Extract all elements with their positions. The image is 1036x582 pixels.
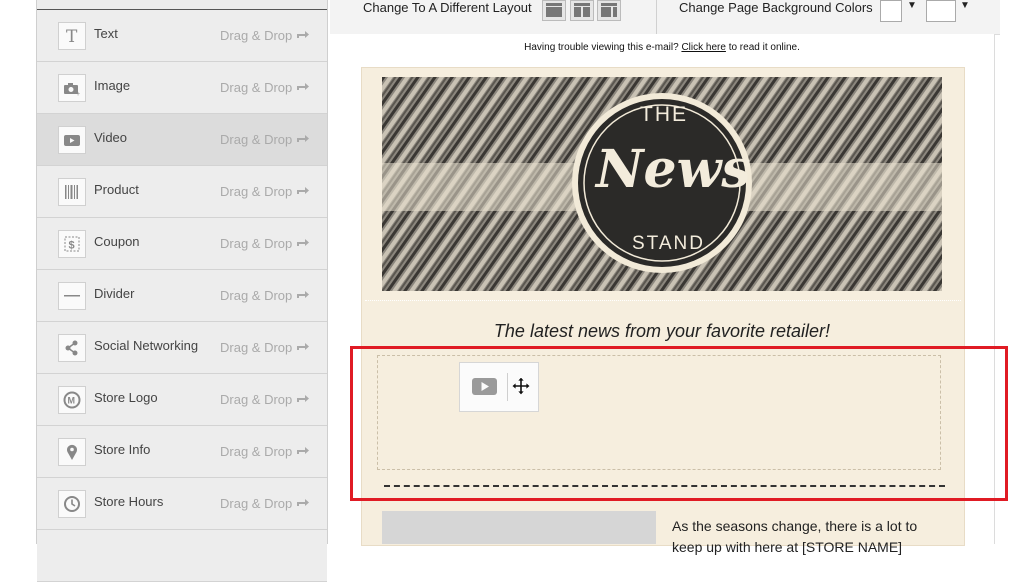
sidebar-item-label: Divider <box>94 286 135 301</box>
logo-news-text: News <box>596 139 751 200</box>
body-text-line: As the seasons change, there is a lot to <box>672 518 918 534</box>
sidebar-item-social-networking[interactable]: Social Networking Drag & Drop <box>37 322 327 374</box>
trouble-suffix: to read it online. <box>728 42 800 53</box>
widget-sidebar: T Text Drag & Drop + Image Drag & Drop V… <box>36 0 328 582</box>
trouble-text: Having trouble viewing this e-mail? <box>524 42 679 53</box>
sidebar-item-label: Store Logo <box>94 390 158 405</box>
sidebar-item-label: Store Hours <box>94 494 164 509</box>
sidebar-item-store-logo[interactable]: M Store Logo Drag & Drop <box>37 374 327 426</box>
drag-arrow-icon <box>297 395 309 402</box>
sidebar-item-label: Image <box>94 78 131 93</box>
sidebar-item-text[interactable]: T Text Drag & Drop <box>37 10 327 62</box>
drag-arrow-icon <box>297 135 309 142</box>
sidebar-item-label: Coupon <box>94 234 140 249</box>
chevron-down-icon[interactable]: ▼ <box>960 0 970 11</box>
drag-drop-label: Drag & Drop <box>220 236 293 251</box>
drag-arrow-icon <box>297 343 309 350</box>
divider-icon <box>58 282 86 310</box>
drag-arrow-icon <box>297 291 309 298</box>
header-banner-image[interactable]: THE News STAND <box>382 77 942 291</box>
body-text: As the seasons change, there is a lot to… <box>672 516 952 558</box>
drag-drop-label: Drag & Drop <box>220 392 293 407</box>
dotted-divider <box>365 300 961 301</box>
clock-icon <box>58 490 86 518</box>
drag-arrow-icon <box>297 187 309 194</box>
sidebar-item-label: Store Info <box>94 442 151 457</box>
share-icon <box>58 334 86 362</box>
sidebar-item-store-info[interactable]: Store Info Drag & Drop <box>37 426 327 478</box>
map-pin-icon <box>58 438 86 466</box>
svg-text:$: $ <box>69 240 75 252</box>
logo-stand-text: STAND <box>632 233 705 254</box>
highlight-box <box>350 346 1008 501</box>
sidebar-item-label: Video <box>94 130 128 145</box>
sidebar-item-image[interactable]: + Image Drag & Drop <box>37 62 327 114</box>
drag-drop-label: Drag & Drop <box>220 132 293 147</box>
drag-drop-label: Drag & Drop <box>220 288 293 303</box>
drag-arrow-icon <box>297 447 309 454</box>
drag-drop-label: Drag & Drop <box>220 80 293 95</box>
drag-drop-label: Drag & Drop <box>220 184 293 199</box>
logo-icon: M <box>58 386 86 414</box>
svg-text:T: T <box>66 27 78 45</box>
barcode-icon <box>58 178 86 206</box>
text-icon: T <box>58 22 86 50</box>
coupon-icon: $ <box>58 230 86 258</box>
toolbar-separator <box>656 0 657 34</box>
chevron-down-icon[interactable]: ▼ <box>907 0 917 11</box>
layout-sidebar-button[interactable] <box>597 0 621 21</box>
layout-single-column-button[interactable] <box>542 0 566 21</box>
svg-text:M: M <box>68 396 76 406</box>
sidebar-item-coupon[interactable]: $ Coupon Drag & Drop <box>37 218 327 270</box>
drag-arrow-icon <box>297 83 309 90</box>
drag-drop-label: Drag & Drop <box>220 496 293 511</box>
view-online-notice: Having trouble viewing this e-mail? Clic… <box>330 42 994 53</box>
drag-arrow-icon <box>297 499 309 506</box>
camera-icon: + <box>58 74 86 102</box>
body-text-line: keep up with here at [STORE NAME] <box>672 539 903 555</box>
sidebar-item-next[interactable] <box>37 530 327 582</box>
layout-two-column-button[interactable] <box>570 0 594 21</box>
drag-drop-label: Drag & Drop <box>220 444 293 459</box>
background-colors-label: Change Page Background Colors <box>679 0 873 15</box>
drag-arrow-icon <box>297 31 309 38</box>
logo-the-text: THE <box>640 103 688 126</box>
image-placeholder[interactable] <box>382 511 656 544</box>
sidebar-item-label: Product <box>94 182 139 197</box>
sidebar-item-product[interactable]: Product Drag & Drop <box>37 166 327 218</box>
tagline: The latest news from your favorite retai… <box>493 321 831 341</box>
drag-drop-label: Drag & Drop <box>220 28 293 43</box>
svg-text:+: + <box>76 91 80 97</box>
sidebar-item-divider[interactable]: Divider Drag & Drop <box>37 270 327 322</box>
top-toolbar: Change To A Different Layout Change Page… <box>330 0 1000 35</box>
drag-drop-label: Drag & Drop <box>220 340 293 355</box>
content-color-swatch[interactable] <box>926 0 956 22</box>
page-color-swatch[interactable] <box>880 0 902 22</box>
drag-arrow-icon <box>297 239 309 246</box>
sidebar-item-video[interactable]: Video Drag & Drop <box>37 114 327 166</box>
sidebar-item-label: Text <box>94 26 118 41</box>
view-online-link[interactable]: Click here <box>681 42 725 53</box>
dashed-divider <box>384 485 945 487</box>
sidebar-item-label: Social Networking <box>94 338 199 353</box>
video-icon <box>58 126 86 154</box>
layout-label: Change To A Different Layout <box>363 0 532 15</box>
sidebar-item-store-hours[interactable]: Store Hours Drag & Drop <box>37 478 327 530</box>
